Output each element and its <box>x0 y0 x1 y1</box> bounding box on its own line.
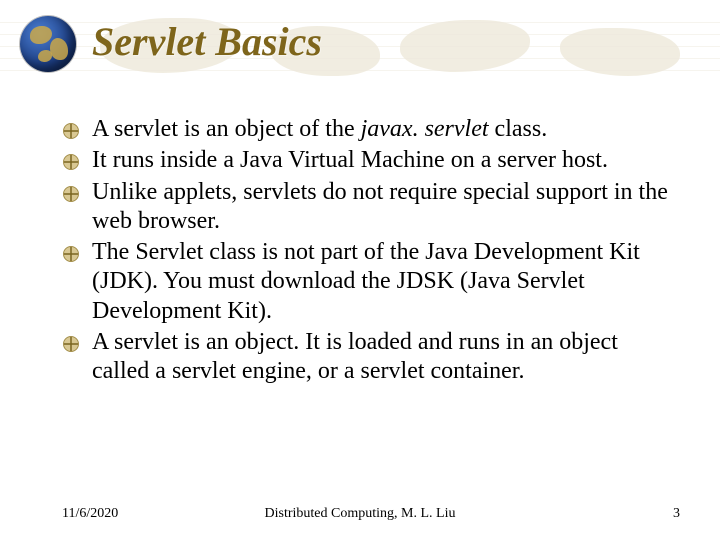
slide-title: Servlet Basics <box>92 18 322 65</box>
bullet-icon <box>62 182 80 200</box>
bullet-icon <box>62 150 80 168</box>
list-item: It runs inside a Java Virtual Machine on… <box>62 146 680 175</box>
footer-center: Distributed Computing, M. L. Liu <box>0 506 720 522</box>
bullet-text: The Servlet class is not part of the Jav… <box>92 239 640 324</box>
bullet-list: A servlet is an object of the javax. ser… <box>62 115 680 386</box>
bullet-text: A servlet is an object. It is loaded and… <box>92 329 618 384</box>
content-area: A servlet is an object of the javax. ser… <box>62 115 680 388</box>
bullet-icon <box>62 119 80 137</box>
bullet-text: It runs inside a Java Virtual Machine on… <box>92 147 608 173</box>
list-item: A servlet is an object of the javax. ser… <box>62 115 680 144</box>
bullet-text: A servlet is an object of the javax. ser… <box>92 116 547 142</box>
globe-icon <box>20 16 76 72</box>
footer-page-number: 3 <box>673 506 680 522</box>
bullet-icon <box>62 332 80 350</box>
bullet-text: Unlike applets, servlets do not require … <box>92 179 668 234</box>
list-item: The Servlet class is not part of the Jav… <box>62 238 680 326</box>
slide: Servlet Basics A servlet is an object of… <box>0 0 720 540</box>
bullet-icon <box>62 242 80 260</box>
list-item: A servlet is an object. It is loaded and… <box>62 328 680 387</box>
list-item: Unlike applets, servlets do not require … <box>62 178 680 237</box>
